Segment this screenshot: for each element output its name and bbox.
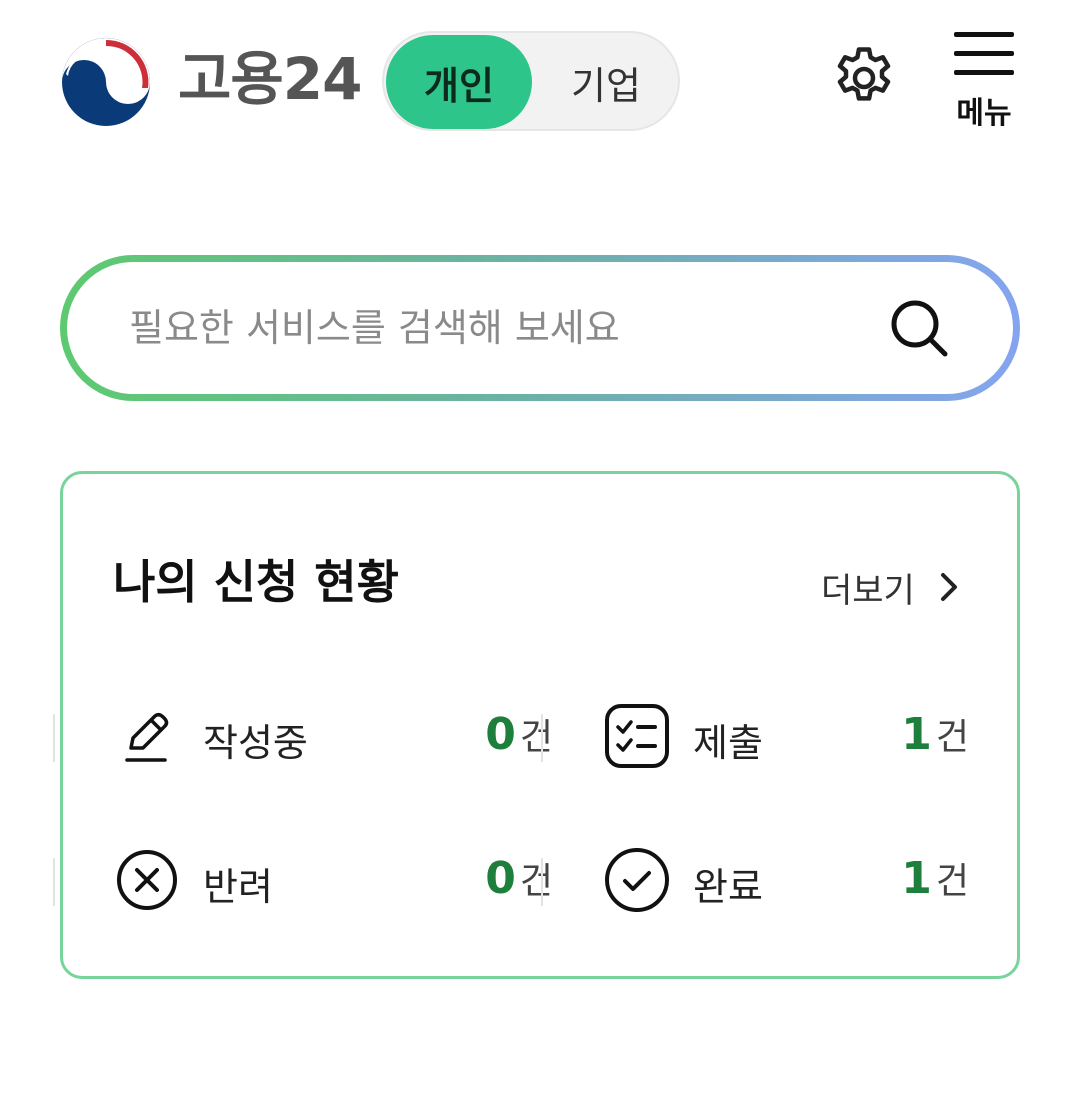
divider: [53, 714, 55, 762]
toggle-business[interactable]: 기업: [534, 35, 678, 129]
site-logo-text[interactable]: 고용24: [178, 46, 362, 112]
gear-icon: [837, 47, 891, 101]
government-emblem-logo[interactable]: [60, 36, 156, 128]
count-unit: 건: [935, 717, 969, 758]
hamburger-icon: [954, 32, 1014, 75]
status-label: 완료: [693, 865, 763, 909]
page: 고용24 개인 기업 메뉴 나의 신청: [0, 0, 1080, 1097]
count-unit: 건: [519, 861, 553, 902]
search-button[interactable]: [885, 294, 955, 364]
card-title: 나의 신청 현황: [113, 555, 399, 609]
count-number: 1: [901, 709, 932, 760]
divider: [541, 714, 543, 762]
status-label: 반려: [203, 865, 273, 909]
status-label: 작성중: [203, 721, 308, 765]
search-input[interactable]: [129, 262, 859, 394]
x-circle-icon: [117, 850, 177, 910]
count-unit: 건: [935, 861, 969, 902]
settings-button[interactable]: [828, 42, 900, 114]
divider: [541, 858, 543, 906]
count-number: 1: [901, 853, 932, 904]
status-label: 제출: [693, 721, 763, 765]
pencil-icon: [125, 712, 169, 762]
status-item-submitted[interactable]: 제출 1건: [603, 696, 969, 776]
taegeuk-icon: [62, 38, 150, 126]
chevron-right-icon: [940, 573, 957, 601]
checklist-icon: [605, 704, 669, 768]
more-link-label: 더보기: [821, 570, 915, 611]
check-circle-icon: [605, 848, 669, 912]
search-box: [60, 255, 1020, 401]
more-link[interactable]: 더보기: [821, 564, 963, 611]
toggle-personal[interactable]: 개인: [386, 35, 532, 129]
search-box-inner: [67, 262, 1013, 394]
status-item-rejected[interactable]: 반려 0건: [113, 840, 553, 920]
application-status-card: 나의 신청 현황 더보기 작성중 0건 제출 1 건 반려 0 건 완료 1 건: [53, 471, 1020, 979]
search-icon: [891, 300, 948, 357]
status-count: 1건: [901, 708, 969, 760]
divider: [53, 858, 55, 906]
count-unit: 건: [519, 717, 553, 758]
status-item-draft[interactable]: 작성중 0건: [113, 696, 553, 776]
status-count: 1건: [901, 852, 969, 904]
count-number: 0: [485, 709, 516, 760]
menu-button[interactable]: 메뉴: [944, 30, 1024, 134]
count-number: 0: [485, 853, 516, 904]
menu-label: 메뉴: [956, 96, 1012, 131]
user-type-toggle: 개인 기업: [382, 31, 680, 131]
status-item-completed[interactable]: 완료 1건: [603, 840, 969, 920]
